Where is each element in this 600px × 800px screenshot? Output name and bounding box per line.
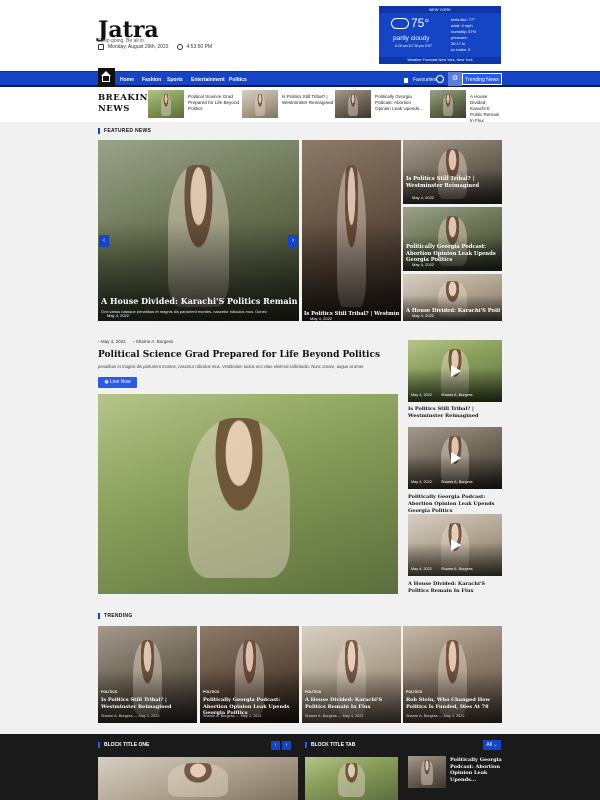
block-title-one: BLOCK TITLE ONE (98, 742, 149, 748)
weather-minmax: 6.26 am 6:7.30 pm EST (395, 44, 432, 48)
nav-fashion[interactable]: Fashion (142, 77, 161, 83)
featured-side-date: May 4, 2022 (412, 195, 435, 200)
play-icon (451, 539, 463, 551)
trending-title[interactable]: Rob Stein, Who Changed How Politics Is F… (406, 697, 500, 710)
clock-icon (176, 44, 183, 50)
block-tab-thumbnail[interactable] (408, 756, 446, 788)
breaking-thumbnail (242, 90, 278, 118)
trending-category[interactable]: POLITICS (203, 690, 219, 694)
block-one-image[interactable] (98, 757, 298, 800)
block-prev-arrow[interactable]: ‹ (271, 741, 280, 750)
home-button[interactable] (98, 68, 115, 87)
video-title[interactable]: Politically Georgia Podcast: Abortion Op… (408, 494, 502, 515)
breaking-item[interactable]: A House Divided: Karachi'S Politic Remai… (430, 90, 502, 123)
trending-category[interactable]: POLITICS (305, 690, 321, 694)
block-tab-item-title[interactable]: Politically Georgia Podcast: Abortion Op… (450, 757, 502, 783)
article-author[interactable]: Sharne A. Burgess (136, 339, 174, 344)
featured-side-date: May 4, 2022 (412, 262, 435, 267)
trending-meta: Sharne A. Burgess — May 4, 2022 (203, 714, 262, 718)
filter-label: All (486, 742, 492, 748)
trending-title[interactable]: Is Politics Still Tribal? | Westminster … (101, 697, 195, 710)
video-meta: May 4, 2022 Sharne A. Burgess (411, 393, 503, 397)
breaking-item-title: A House Divided: Karachi'S Politic Remai… (470, 94, 500, 123)
video-author: Sharne A. Burgess (440, 567, 473, 571)
video-author: Sharne A. Burgess (440, 480, 473, 484)
breaking-item-title: Is Politics Still Tribal? | Westminster … (282, 94, 334, 105)
video-date: May 4, 2022 (411, 393, 432, 397)
video-date: May 4, 2022 (411, 567, 432, 571)
breaking-item-title: Politically Georgia Podcast: Abortion Op… (375, 94, 424, 111)
featured-main-title[interactable]: A House Divided: Karachi'S Politics Rema… (101, 296, 332, 306)
article-date: May 4, 2022 (100, 339, 126, 344)
weather-footer[interactable]: Weather Forecast New York, New York (379, 57, 501, 64)
trending-category[interactable]: POLITICS (101, 690, 117, 694)
nav-politics[interactable]: Politics (229, 77, 247, 83)
article-main-image[interactable] (98, 394, 398, 594)
play-icon (451, 452, 463, 464)
featured-side-title[interactable]: Is Politics Still Tribal? | Westminster … (406, 176, 500, 189)
favourites-link[interactable]: Favourites (404, 77, 436, 83)
play-icon (451, 365, 463, 377)
home-icon-body (102, 75, 110, 82)
featured-prev-arrow[interactable]: ‹ (99, 235, 109, 247)
dark-block-section (0, 734, 600, 800)
bookmark-icon (404, 77, 408, 83)
block-title-tab: BLOCK TITLE TAB (305, 742, 355, 748)
calendar-icon (98, 44, 104, 50)
weather-temp: 75° (411, 16, 430, 30)
settings-gear-icon[interactable]: ⚙ (448, 72, 462, 86)
nav-sports[interactable]: Sports (167, 77, 183, 83)
video-meta: May 4, 2022 Sharne A. Burgess (411, 567, 503, 571)
trending-title[interactable]: A House Divided: Karachi'S Politics Rema… (305, 697, 399, 710)
breaking-item[interactable]: Political Science Grad Prepared for Life… (148, 90, 240, 120)
trending-meta: Sharne A. Burgess — May 4, 2022 (305, 714, 364, 718)
video-author: Sharne A. Burgess (440, 393, 473, 397)
block-filter-all[interactable]: All ⌄ (483, 740, 501, 750)
trending-meta: Sharne A. Burgess — May 4, 2022 (101, 714, 160, 718)
featured-next-arrow[interactable]: › (288, 235, 298, 247)
breaking-item[interactable]: Is Politics Still Tribal? | Westminster … (242, 90, 334, 120)
video-meta: May 4, 2022 Sharne A. Burgess (411, 480, 503, 484)
featured-middle-card[interactable] (302, 140, 401, 321)
trending-news-button[interactable]: Trending News (462, 73, 502, 85)
block-tab-image[interactable] (305, 757, 398, 800)
breaking-item[interactable]: Politically Georgia Podcast: Abortion Op… (335, 90, 425, 120)
search-icon[interactable] (436, 75, 444, 83)
featured-side-title[interactable]: Politically Georgia Podcast: Abortion Op… (406, 244, 500, 264)
video-title[interactable]: A House Divided: Karachi'S Politics Rema… (408, 581, 502, 595)
video-date: May 4, 2022 (411, 480, 432, 484)
article-title[interactable]: Political Science Grad Prepared for Life… (98, 350, 380, 360)
weather-stats: feels like: 77° wind: 4 mph humidity: 57… (451, 17, 476, 53)
article-excerpt: penatibus et magnis dis parturient monte… (98, 364, 364, 369)
trending-category[interactable]: POLITICS (406, 690, 422, 694)
featured-main-date: May 4, 2022 (107, 313, 130, 318)
featured-main-card[interactable] (98, 140, 299, 321)
weather-condition: partly cloudy (393, 35, 430, 42)
block-next-arrow[interactable]: › (282, 741, 291, 750)
weather-widget: NEW YORK 75° partly cloudy 6.26 am 6:7.3… (379, 6, 501, 64)
live-label: Live Now (110, 379, 131, 385)
cloud-sun-icon (391, 18, 409, 29)
date-time-line: Monday, August 29th, 2022 4:53:50 PM (98, 44, 212, 50)
current-date: Monday, August 29th, 2022 (108, 44, 169, 50)
nav-entertainment[interactable]: Entertainment (191, 77, 225, 83)
breaking-item-title: Political Science Grad Prepared for Life… (188, 94, 240, 111)
favourites-label: Favourites (413, 77, 437, 83)
live-now-button[interactable]: ◉ Live Now (98, 377, 137, 388)
featured-news-heading: FEATURED NEWS (98, 128, 151, 134)
featured-side-date: May 4, 2022 (412, 313, 435, 318)
nav-home[interactable]: Home (120, 77, 134, 83)
trending-meta: Sharne A. Burgess — May 4, 2022 (406, 714, 465, 718)
weather-stat: uv index: 0 (451, 47, 471, 52)
weather-city: NEW YORK (379, 6, 501, 13)
current-time: 4:53:50 PM (186, 44, 213, 50)
breaking-thumbnail (335, 90, 371, 118)
featured-middle-date: May 4, 2022 (310, 316, 333, 321)
video-title[interactable]: Is Politics Still Tribal? | Westminster … (408, 406, 502, 420)
main-nav: Home Fashion Sports Entertainment Politi… (0, 68, 600, 87)
breaking-thumbnail (430, 90, 466, 118)
article-meta: ▫ May 4, 2022 ▫ Sharne A. Burgess (98, 339, 173, 344)
trending-heading: TRENDING (98, 613, 133, 619)
breaking-thumbnail (148, 90, 184, 118)
